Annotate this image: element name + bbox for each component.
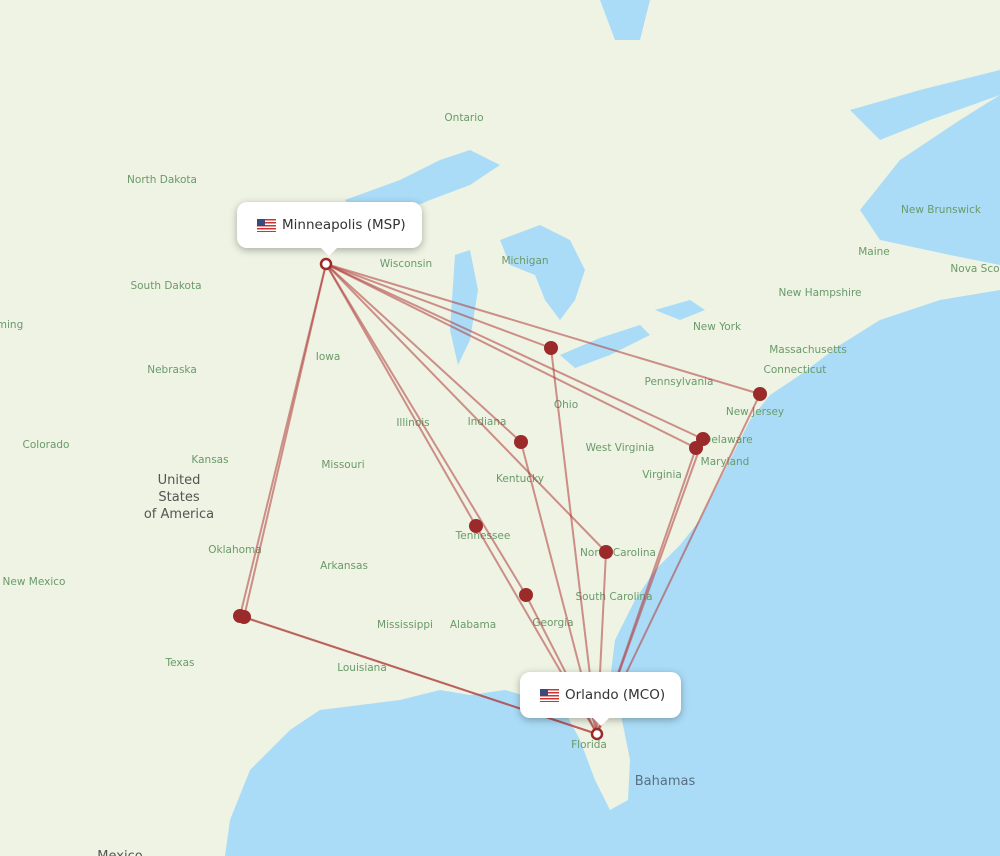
map-label: Connecticut [764, 364, 827, 376]
map-label: Massachusetts [769, 344, 847, 356]
stopover-airport-marker[interactable] [753, 387, 767, 401]
map-label: Alabama [450, 619, 496, 631]
map-label: South Carolina [575, 591, 652, 603]
map-label: Missouri [321, 459, 364, 471]
map-label: ming [0, 319, 23, 331]
map-label: New Hampshire [778, 287, 861, 299]
map-label: Kentucky [496, 473, 544, 485]
map-label: Ontario [444, 112, 483, 124]
map-label: North Carolina [580, 547, 656, 559]
map-label: New Mexico [3, 576, 66, 588]
stopover-airport-marker[interactable] [469, 519, 483, 533]
map-label: Virginia [642, 469, 682, 481]
us-flag-icon [257, 218, 276, 232]
map-label: Wisconsin [380, 258, 432, 270]
map-label: Kansas [191, 454, 228, 466]
map-label: Oklahoma [208, 544, 261, 556]
map-label: Maine [858, 246, 890, 258]
map-label: States [158, 490, 199, 505]
map-label: Louisiana [337, 662, 387, 674]
stopover-airport-marker[interactable] [514, 435, 528, 449]
map-label: Nova Sco [950, 263, 999, 275]
map-label: New Brunswick [901, 204, 982, 216]
origin-label: Minneapolis (MSP) [282, 217, 406, 233]
map-label: Mississippi [377, 619, 433, 631]
origin-airport-marker[interactable] [319, 257, 333, 271]
destination-airport-marker[interactable] [590, 727, 604, 741]
destination-label: Orlando (MCO) [565, 687, 666, 703]
us-flag-icon [540, 688, 559, 702]
destination-callout[interactable]: Orlando (MCO) [520, 672, 682, 726]
map-label: Colorado [23, 439, 70, 451]
map-label: New Jersey [726, 406, 784, 418]
stopover-airport-marker[interactable] [544, 341, 558, 355]
map-label: South Dakota [130, 280, 201, 292]
map-label: Texas [164, 657, 194, 669]
stopover-airport-marker[interactable] [599, 545, 613, 559]
map-label: Delaware [703, 434, 752, 446]
map-label: North Dakota [127, 174, 197, 186]
route-map[interactable]: Ontario North Dakota Wisconsin Michigan Sout… [0, 0, 1000, 856]
stopover-airport-marker[interactable] [519, 588, 533, 602]
map-label: United [158, 473, 201, 488]
map-label: Bahamas [635, 774, 696, 789]
map-label: Florida [571, 739, 607, 751]
map-label: Nebraska [147, 364, 197, 376]
map-label: Iowa [316, 351, 341, 363]
map-label: of America [144, 507, 214, 522]
map-label: Mexico [97, 849, 142, 856]
stopover-airport-marker[interactable] [237, 610, 251, 624]
map-label: Indiana [468, 416, 507, 428]
map-label: West Virginia [586, 442, 655, 454]
map-label: Arkansas [320, 560, 368, 572]
map-label: Michigan [501, 255, 548, 267]
map-label: New York [693, 321, 742, 333]
stopover-airport-marker[interactable] [689, 441, 703, 455]
origin-callout[interactable]: Minneapolis (MSP) [237, 202, 422, 256]
